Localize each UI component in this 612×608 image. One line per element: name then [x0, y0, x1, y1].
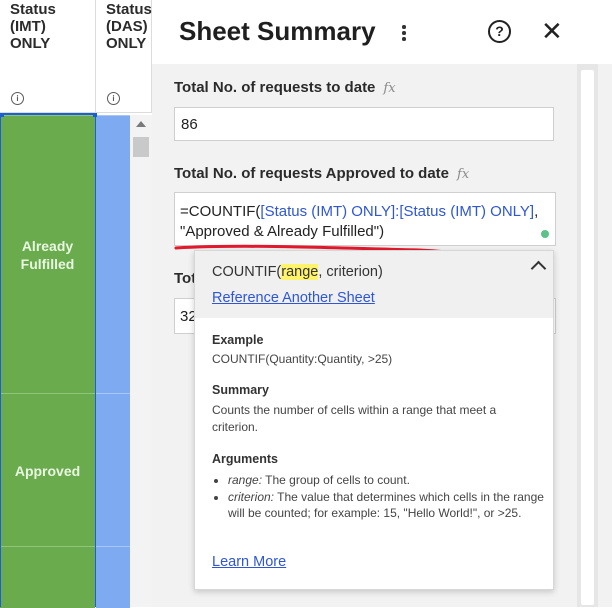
selection-handle[interactable] [0, 113, 4, 117]
cell-status-imt[interactable]: Approved [0, 393, 95, 547]
cell-status-das[interactable] [96, 115, 130, 394]
field-input-total-requests[interactable]: 86 [174, 107, 554, 141]
field-label-partial: Tot [174, 270, 197, 287]
sheet-grid: Status (IMT) ONLY i Status (DAS) ONLY i … [0, 0, 152, 608]
formula-prefix: =COUNTIF( [180, 203, 261, 220]
example-text: COUNTIF(Quantity:Quantity, >25) [212, 352, 393, 366]
column-header-status-imt[interactable]: Status (IMT) ONLY i [0, 0, 96, 113]
field-label-total-requests: Total No. of requests to date fx [174, 79, 396, 96]
close-icon[interactable]: ✕ [541, 16, 563, 46]
reference-another-sheet-link[interactable]: Reference Another Sheet [212, 290, 375, 306]
selection-border [95, 115, 96, 607]
cell-status-das[interactable] [96, 393, 130, 547]
cell-status-imt[interactable] [0, 546, 95, 608]
kebab-menu-icon[interactable] [401, 25, 407, 43]
fx-icon: fx [457, 167, 470, 182]
summary-title: Summary [212, 383, 269, 397]
scrollbar-thumb[interactable] [581, 70, 594, 605]
selection-border [0, 115, 1, 607]
summary-text: Counts the number of cells within a rang… [212, 403, 497, 434]
cell-status-imt[interactable]: Already Fulfilled [0, 115, 95, 394]
popup-header: COUNTIF(range, criterion) Reference Anot… [195, 251, 553, 318]
column-title: Status (DAS) ONLY [106, 1, 152, 52]
chevron-up-icon[interactable] [530, 260, 547, 277]
arguments-title: Arguments [212, 452, 278, 466]
selection-handle[interactable] [93, 113, 97, 117]
scroll-up-arrow-icon[interactable] [136, 121, 146, 127]
formula-range-reference: [Status (IMT) ONLY]:[Status (IMT) ONLY] [260, 203, 535, 220]
cell-status-das[interactable] [96, 546, 130, 608]
field-label-approved-requests: Total No. of requests Approved to date fx [174, 165, 470, 182]
argument-item: range: The group of cells to count. [228, 472, 558, 489]
scrollbar-thumb[interactable] [133, 137, 149, 157]
question-circle-icon[interactable]: ? [488, 20, 511, 43]
info-icon[interactable]: i [107, 92, 120, 105]
function-help-popup: COUNTIF(range, criterion) Reference Anot… [194, 250, 554, 590]
arguments-list: range: The group of cells to count. crit… [212, 472, 558, 522]
panel-header: Sheet Summary ? ✕ [152, 0, 612, 64]
highlighted-argument: range [281, 264, 319, 280]
panel-title: Sheet Summary [179, 16, 376, 46]
function-signature: COUNTIF(range, criterion) [212, 264, 383, 280]
argument-item: criterion: The value that determines whi… [228, 489, 558, 522]
learn-more-link[interactable]: Learn More [212, 554, 286, 570]
panel-scrollbar[interactable] [577, 64, 598, 607]
column-title: Status (IMT) ONLY [10, 1, 56, 52]
fx-icon: fx [383, 81, 396, 96]
column-header-status-das[interactable]: Status (DAS) ONLY i [96, 0, 152, 113]
example-title: Example [212, 333, 264, 347]
sheet-scrollbar[interactable] [130, 115, 152, 607]
status-dot [541, 230, 549, 238]
info-icon[interactable]: i [11, 92, 24, 105]
selection-border [0, 113, 96, 115]
